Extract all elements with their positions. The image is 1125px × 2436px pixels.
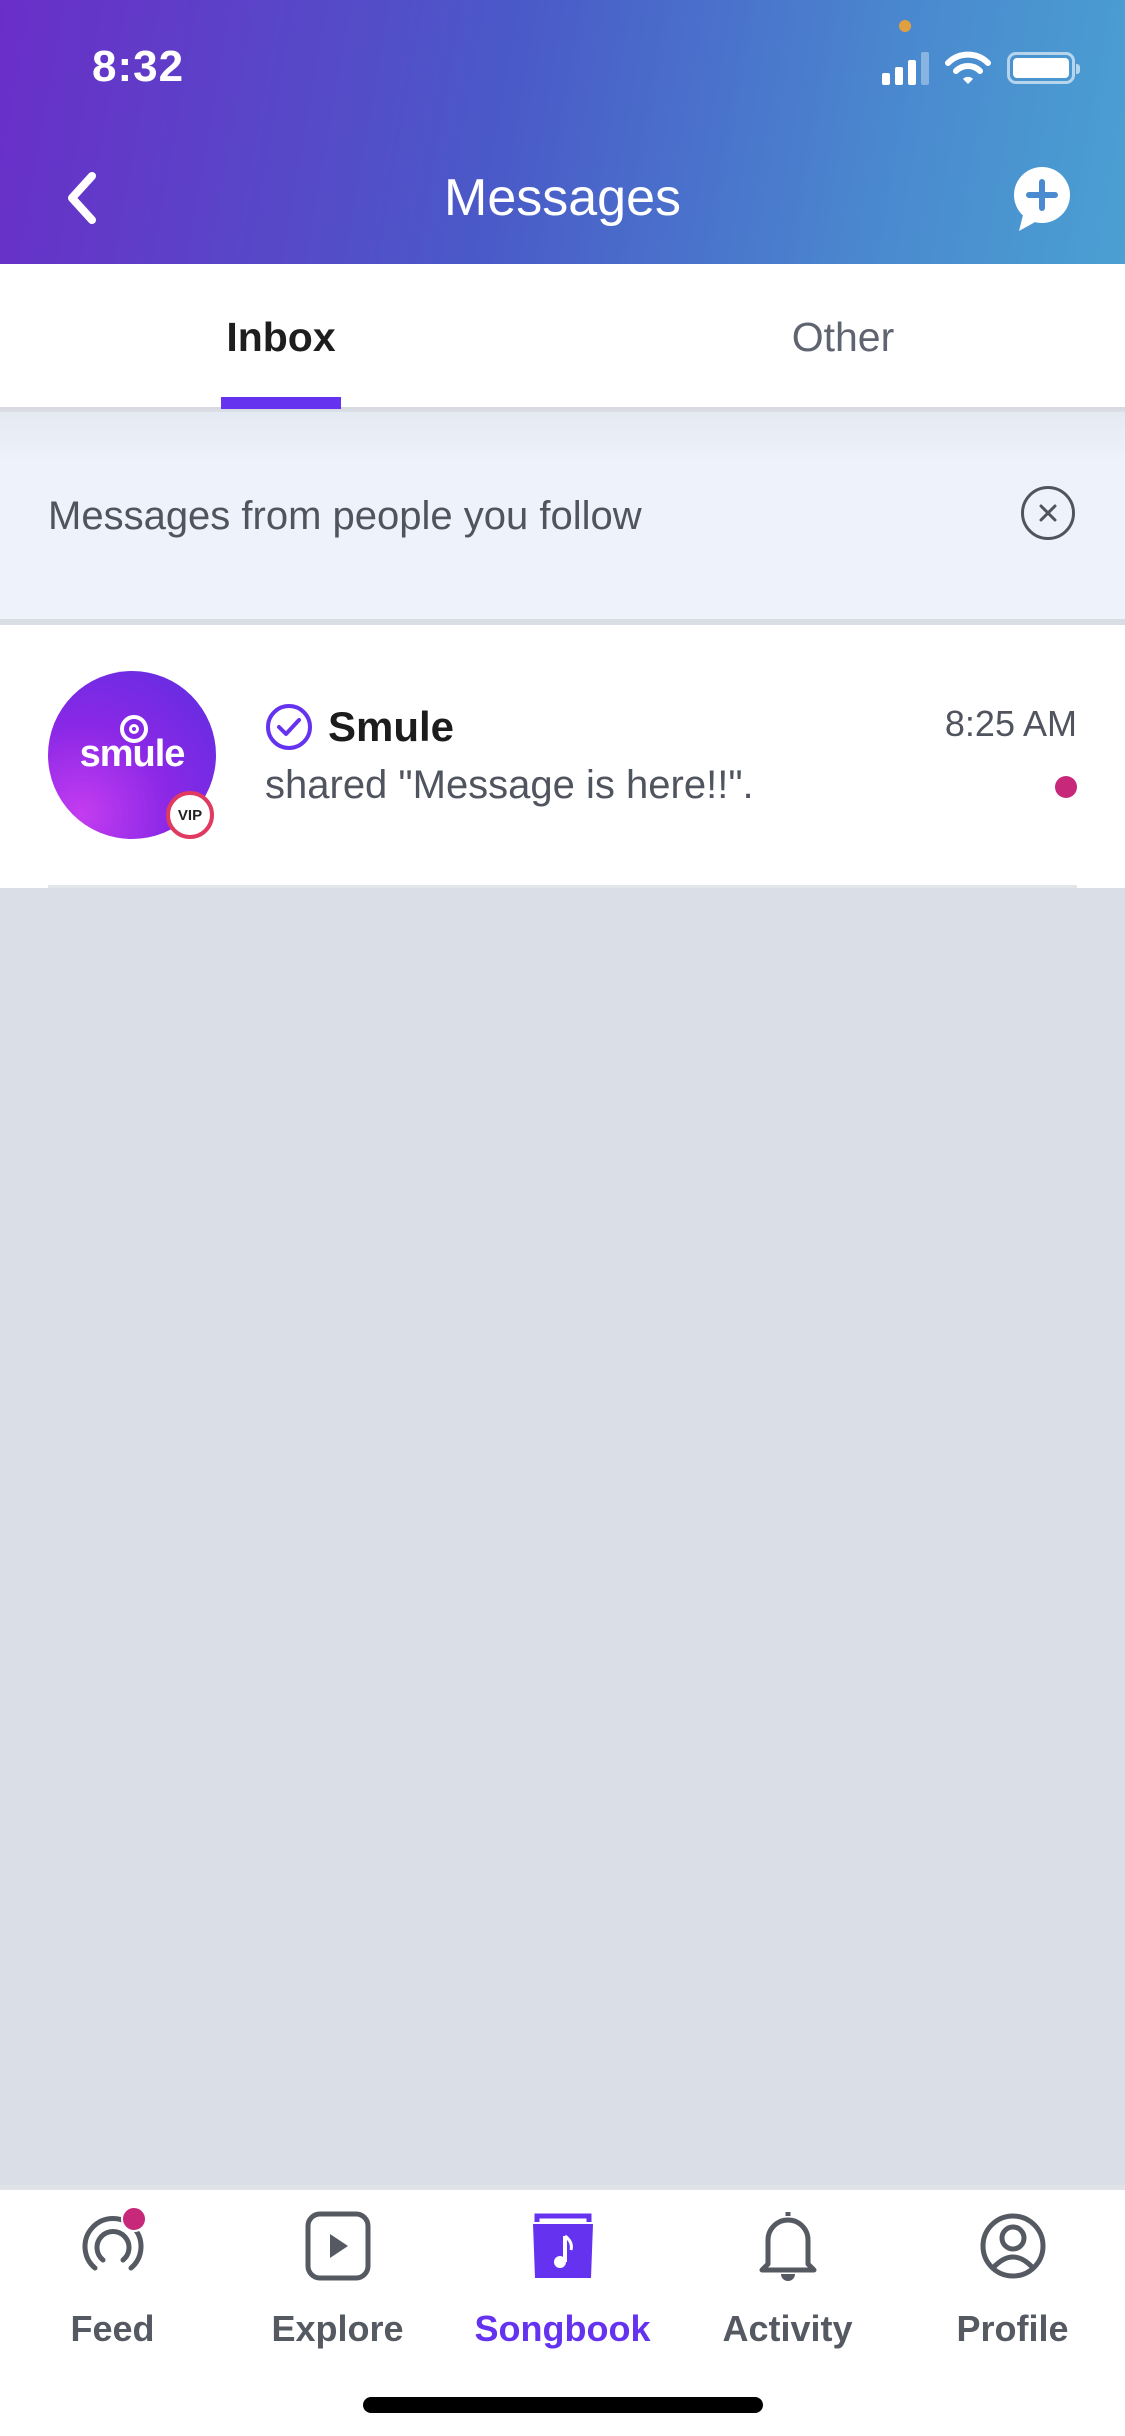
banner-close-button[interactable] (1021, 486, 1075, 540)
unread-indicator (1055, 776, 1077, 798)
profile-icon (973, 2206, 1053, 2286)
battery-icon (1007, 52, 1080, 84)
nav-label: Activity (722, 2308, 853, 2349)
privacy-indicator-dot (899, 20, 911, 32)
message-preview: shared "Message is here!!". (265, 763, 754, 807)
nav-item-activity[interactable]: Activity (675, 2206, 900, 2350)
cellular-signal-icon (882, 51, 929, 85)
wifi-icon (945, 51, 991, 84)
active-tab-indicator (221, 397, 341, 409)
page-title: Messages (444, 169, 681, 227)
status-icons (882, 50, 1080, 86)
tab-other[interactable]: Other (562, 264, 1124, 410)
songbook-icon (523, 2206, 603, 2286)
nav-item-songbook[interactable]: Songbook (450, 2206, 675, 2350)
avatar: smule VIP (48, 671, 216, 839)
avatar-logo-text: smule (79, 733, 186, 775)
home-indicator (363, 2397, 763, 2413)
status-time: 8:32 (92, 42, 185, 91)
conversation-list-item[interactable]: smule VIP Smule shared "Message is here!… (0, 625, 1125, 888)
sender-name: Smule (328, 703, 455, 750)
notification-dot (120, 2206, 147, 2232)
nav-label: Explore (271, 2308, 404, 2349)
message-tabs: Inbox Other (0, 264, 1125, 410)
nav-item-explore[interactable]: Explore (225, 2206, 450, 2350)
bell-icon (748, 2206, 828, 2286)
nav-item-profile[interactable]: Profile (900, 2206, 1125, 2350)
banner-text: Messages from people you follow (48, 494, 642, 538)
info-banner: Messages from people you follow (0, 412, 1125, 622)
nav-label: Profile (956, 2308, 1069, 2349)
message-time: 8:25 AM (944, 703, 1077, 744)
nav-label: Feed (70, 2308, 155, 2349)
tab-inbox[interactable]: Inbox (0, 264, 562, 410)
divider (48, 885, 1077, 888)
nav-label: Songbook (474, 2308, 651, 2349)
play-square-icon (298, 2206, 378, 2286)
nav-item-feed[interactable]: Feed (0, 2206, 225, 2350)
app-header: 8:32 Messages (0, 0, 1125, 264)
compose-message-plus-icon (1014, 167, 1070, 231)
close-icon (1039, 504, 1057, 522)
verified-check-icon (266, 704, 312, 750)
feed-icon (73, 2206, 153, 2286)
vip-badge: VIP (166, 791, 214, 839)
new-message-button[interactable] (1011, 165, 1073, 233)
